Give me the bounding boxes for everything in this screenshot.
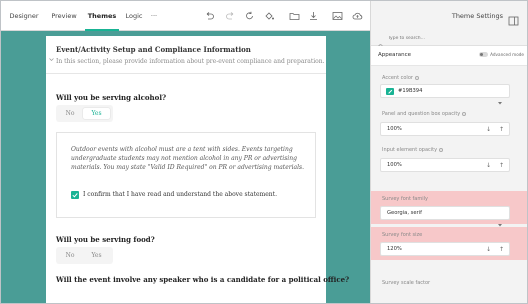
more-tabs-button[interactable]: ···	[146, 1, 162, 31]
settings-header	[370, 1, 527, 31]
alcohol-notice-text: Outdoor events with alcohol must are a t…	[71, 145, 307, 172]
cloud-upload-icon[interactable]	[352, 11, 363, 21]
appearance-label: Appearance	[378, 52, 412, 58]
section-title: Event/Activity Setup and Compliance Info…	[56, 45, 251, 54]
option-no[interactable]: No	[59, 250, 81, 261]
input-opacity-label: Input element opacity	[382, 147, 444, 153]
search-icon	[378, 35, 384, 50]
font-size-label: Survey font size	[382, 232, 423, 238]
option-yes[interactable]: Yes	[83, 250, 110, 261]
question-speaker-title: Will the event involve any speaker who i…	[56, 275, 350, 284]
increase-arrow-icon[interactable]: ↑	[498, 126, 505, 133]
advanced-mode-label: Advanced mode	[490, 52, 524, 57]
chevron-down-icon[interactable]	[498, 212, 502, 227]
font-family-label: Survey font family	[382, 196, 428, 202]
info-icon	[414, 75, 419, 80]
alcohol-notice-panel: Outdoor events with alcohol must are a t…	[56, 132, 316, 218]
undo-icon[interactable]	[204, 11, 215, 21]
alcohol-boolean-toggle[interactable]: No Yes	[56, 105, 113, 122]
image-icon[interactable]	[332, 11, 343, 21]
tab-logic[interactable]: Logic	[121, 1, 147, 31]
reset-icon[interactable]	[244, 11, 255, 21]
scale-factor-label: Survey scale factor	[382, 280, 431, 286]
scale-factor-property: Survey scale factor	[371, 275, 527, 303]
panel-opacity-property: Panel and question box opacity 100% ↓ ↑	[371, 105, 527, 141]
info-icon	[439, 147, 444, 152]
tab-preview[interactable]: Preview	[47, 1, 81, 31]
input-opacity-value: 100%	[387, 162, 402, 168]
food-boolean-toggle[interactable]: No Yes	[56, 247, 113, 264]
notice-line: materials. You may state "Valid ID Requi…	[71, 164, 305, 171]
increase-arrow-icon[interactable]: ↑	[498, 246, 505, 253]
section-description: In this section, please provide informat…	[56, 58, 325, 65]
panel-opacity-input[interactable]: 100% ↓ ↑	[380, 122, 510, 136]
app-window: Designer Preview Themes Logic ··· Theme …	[0, 0, 528, 304]
checkbox-checked-icon[interactable]	[71, 191, 79, 199]
decrease-arrow-icon[interactable]: ↓	[485, 162, 492, 169]
advanced-mode-switch[interactable]	[479, 52, 488, 57]
panel-opacity-label: Panel and question box opacity	[382, 111, 467, 117]
panel-opacity-value: 100%	[387, 126, 402, 132]
accent-color-input[interactable]: #19B394	[380, 84, 510, 105]
accent-color-value: #19B394	[398, 88, 423, 94]
panel-toggle-icon[interactable]	[508, 11, 519, 26]
section-divider	[46, 73, 326, 74]
input-opacity-input[interactable]: 100% ↓ ↑	[380, 158, 510, 172]
font-size-input[interactable]: 120% ↓ ↑	[380, 242, 510, 256]
font-size-value: 120%	[387, 246, 402, 252]
survey-canvas: Event/Activity Setup and Compliance Info…	[1, 31, 370, 303]
info-icon	[462, 111, 467, 116]
accent-color-property: Accent color #19B394	[371, 69, 527, 105]
notice-line: undergraduate students may not mention a…	[71, 155, 297, 162]
redo-icon[interactable]	[225, 11, 236, 21]
option-yes-selected[interactable]: Yes	[83, 108, 110, 119]
collapse-chevron-icon[interactable]	[49, 47, 54, 61]
decrease-arrow-icon[interactable]: ↓	[485, 246, 492, 253]
open-folder-icon[interactable]	[289, 11, 300, 21]
font-family-dropdown[interactable]: Georgia, serif	[380, 206, 510, 227]
input-opacity-property: Input element opacity 100% ↓ ↑	[371, 141, 527, 189]
theme-settings-title: Theme Settings	[451, 12, 503, 20]
font-family-property: Survey font family Georgia, serif	[371, 191, 527, 227]
accent-color-label: Accent color	[382, 75, 419, 81]
theme-settings-panel: Appearance Advanced mode Accent color #1…	[370, 31, 527, 303]
paint-bucket-icon[interactable]	[264, 11, 275, 21]
download-icon[interactable]	[308, 11, 319, 21]
chevron-down-icon[interactable]	[498, 90, 502, 105]
notice-line: Outdoor events with alcohol must are a t…	[71, 146, 293, 153]
question-food-title: Will you be serving food?	[56, 235, 155, 244]
tab-themes[interactable]: Themes	[85, 1, 119, 31]
increase-arrow-icon[interactable]: ↑	[498, 162, 505, 169]
survey-card: Event/Activity Setup and Compliance Info…	[46, 36, 349, 303]
font-family-value: Georgia, serif	[387, 210, 422, 216]
font-size-property: Survey font size 120% ↓ ↑	[371, 227, 527, 260]
tab-designer[interactable]: Designer	[7, 1, 41, 31]
decrease-arrow-icon[interactable]: ↓	[485, 126, 492, 133]
settings-search-input[interactable]	[388, 33, 523, 44]
question-alcohol-title: Will you be serving alcohol?	[56, 93, 167, 102]
option-no[interactable]: No	[59, 108, 81, 119]
top-toolbar: Designer Preview Themes Logic ··· Theme …	[1, 1, 527, 31]
settings-search-row	[371, 31, 527, 50]
appearance-header[interactable]: Appearance Advanced mode	[371, 46, 527, 66]
color-swatch-icon[interactable]	[386, 88, 394, 95]
confirm-label: I confirm that I have read and understan…	[83, 191, 277, 198]
